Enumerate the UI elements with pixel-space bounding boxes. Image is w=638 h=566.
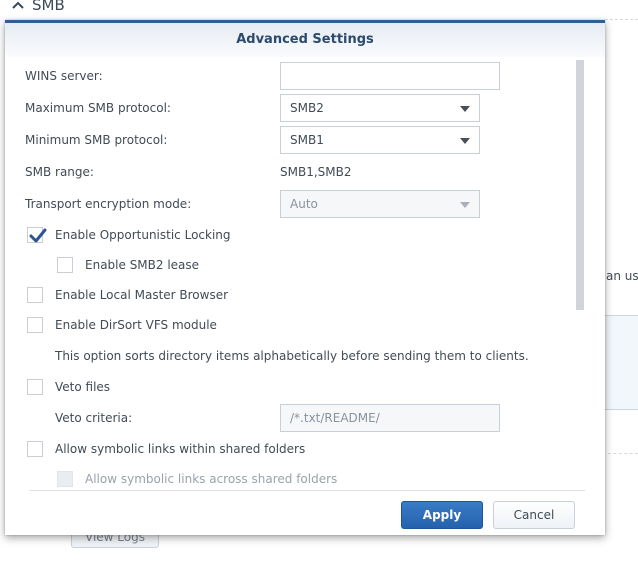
wins-server-input[interactable] (280, 62, 500, 90)
symlinks-within-option[interactable]: Allow symbolic links within shared folde… (27, 438, 305, 460)
wins-server-row: WINS server: (25, 62, 103, 90)
dropdown-arrow-icon (460, 138, 470, 144)
scrollbar[interactable] (576, 60, 584, 310)
local-master-browser-checkbox[interactable] (27, 287, 43, 303)
cancel-button[interactable]: Cancel (493, 501, 575, 529)
symlinks-across-option: Allow symbolic links across shared folde… (57, 468, 337, 490)
veto-criteria-placeholder: /*.txt/README/ (290, 411, 380, 425)
dirsort-description: This option sorts directory items alphab… (55, 349, 529, 363)
dialog-body: WINS server: Maximum SMB protocol: SMB2 … (5, 57, 605, 490)
background-info-panel (605, 315, 638, 410)
dirsort-vfs-option[interactable]: Enable DirSort VFS module (27, 314, 217, 336)
dropdown-arrow-icon (460, 106, 470, 112)
transport-encryption-label: Transport encryption mode: (25, 197, 192, 211)
veto-criteria-label: Veto criteria: (55, 411, 133, 425)
advanced-settings-dialog: Advanced Settings WINS server: Maximum S… (5, 20, 605, 535)
veto-criteria-row: Veto criteria: (55, 404, 132, 432)
smb-section-title: SMB (32, 0, 65, 14)
smb-range-label: SMB range: (25, 165, 94, 179)
wins-server-label: WINS server: (25, 69, 103, 83)
dirsort-vfs-checkbox[interactable] (27, 317, 43, 333)
smb2-lease-option[interactable]: Enable SMB2 lease (57, 254, 199, 276)
max-smb-protocol-row: Maximum SMB protocol: (25, 94, 171, 122)
opportunistic-locking-label: Enable Opportunistic Locking (55, 228, 231, 242)
dirsort-vfs-label: Enable DirSort VFS module (55, 318, 217, 332)
veto-files-label: Veto files (55, 380, 111, 394)
local-master-browser-option[interactable]: Enable Local Master Browser (27, 284, 228, 306)
local-master-browser-label: Enable Local Master Browser (55, 288, 229, 302)
transport-encryption-select[interactable]: Auto (280, 190, 480, 218)
symlinks-within-label: Allow symbolic links within shared folde… (55, 442, 306, 456)
opportunistic-locking-checkbox[interactable] (27, 227, 47, 243)
dropdown-arrow-icon (460, 202, 470, 208)
min-smb-protocol-label: Minimum SMB protocol: (25, 133, 168, 147)
dialog-footer: Apply Cancel (5, 491, 605, 535)
min-smb-protocol-value: SMB1 (290, 133, 324, 147)
checkmark-icon (29, 228, 47, 243)
smb2-lease-label: Enable SMB2 lease (85, 258, 200, 272)
symlinks-across-label: Allow symbolic links across shared folde… (85, 472, 338, 486)
transport-encryption-row: Transport encryption mode: (25, 190, 191, 218)
veto-files-option[interactable]: Veto files (27, 376, 110, 398)
apply-button[interactable]: Apply (401, 501, 483, 529)
veto-files-checkbox[interactable] (27, 379, 43, 395)
opportunistic-locking-option[interactable]: Enable Opportunistic Locking (27, 224, 231, 246)
dialog-title: Advanced Settings (5, 23, 605, 57)
min-smb-protocol-row: Minimum SMB protocol: (25, 126, 167, 154)
smb-range-row: SMB range: (25, 158, 94, 186)
chevron-up-icon (12, 0, 24, 10)
veto-criteria-input[interactable]: /*.txt/README/ (280, 404, 500, 432)
symlinks-within-checkbox[interactable] (27, 441, 43, 457)
smb-range-value: SMB1,SMB2 (280, 165, 352, 179)
smb-section-header[interactable]: SMB (12, 0, 65, 15)
smb2-lease-checkbox[interactable] (57, 257, 73, 273)
transport-encryption-value: Auto (290, 197, 318, 211)
background-partial-text: an use (606, 269, 638, 283)
min-smb-protocol-select[interactable]: SMB1 (280, 126, 480, 154)
max-smb-protocol-select[interactable]: SMB2 (280, 94, 480, 122)
max-smb-protocol-value: SMB2 (290, 101, 324, 115)
background-divider-2 (608, 453, 638, 454)
max-smb-protocol-label: Maximum SMB protocol: (25, 101, 171, 115)
symlinks-across-checkbox (57, 471, 73, 487)
background-divider (605, 19, 638, 20)
